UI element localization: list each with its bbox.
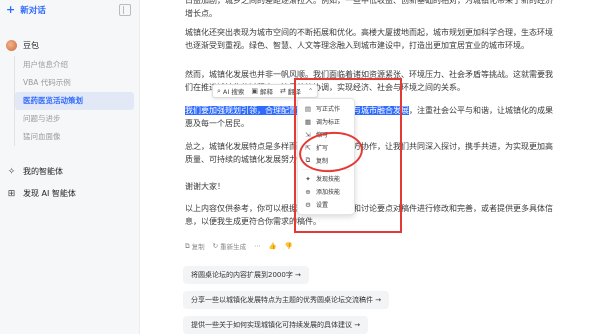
box-icon: ⊞	[7, 188, 16, 199]
thumbs-up-icon: 👍	[268, 242, 277, 250]
bot-doubao[interactable]: 豆包	[6, 40, 39, 51]
list-item[interactable]: 用户信息介绍	[15, 56, 134, 74]
new-chat-button[interactable]: + 新对话	[6, 4, 46, 16]
suggestion-chip[interactable]: 将圆桌论坛的内容扩展到2000字 →	[183, 266, 309, 284]
copy-icon: ⧉	[185, 241, 190, 250]
suggestion-chip[interactable]: 分享一些以城镇化发展特点为主题的优秀圆桌论坛交流稿件 →	[183, 291, 390, 309]
more-button[interactable]: ⋯	[254, 242, 261, 250]
new-chat-label: 新对话	[20, 6, 46, 16]
sidebar: + 新对话 豆包 用户信息介绍 VBA 代码示例 医药医览活动策划 问题与进步 …	[0, 0, 140, 334]
dislike-button[interactable]: 👎	[285, 242, 293, 250]
explain-label: 解释	[259, 88, 273, 96]
copy-button[interactable]: ⧉ 复制	[185, 241, 205, 252]
ai-search-label: AI 搜索	[222, 88, 245, 96]
plus-icon: +	[6, 3, 16, 16]
explain-button[interactable]: ▣ 解释	[251, 86, 273, 96]
copy-label: 复制	[191, 243, 205, 251]
suggestion-chip[interactable]: 提供一些关于如何实现城镇化可持续发展的具体建议 →	[183, 316, 369, 334]
translate-icon: ⇄	[279, 87, 286, 95]
my-agents[interactable]: ✧ 我的智能体	[6, 166, 63, 177]
search-icon: ⌕	[217, 86, 221, 95]
thumbs-down-icon: 👎	[284, 242, 293, 250]
message-paragraph: 城镇化还突出表现为城市空间的不断拓展和优化。高楼大厦拔地而起，城市规划更加科学合…	[185, 28, 553, 50]
ai-search-button[interactable]: ⌕ AI 搜索	[217, 86, 245, 97]
more-icon: ⋯	[254, 242, 261, 250]
regenerate-button[interactable]: ↻ 重新生成	[213, 241, 246, 251]
message-paragraph: 日益加剧，城乡之间的差距逐渐拉大。例如，一些中低收益、创新基础的相对，为城镇化带…	[185, 0, 553, 18]
regenerate-label: 重新生成	[220, 243, 247, 251]
discover-agents-label: 发现 AI 智能体	[23, 189, 76, 198]
discover-agents[interactable]: ⊞ 发现 AI 智能体	[6, 188, 76, 199]
list-item-active[interactable]: 医药医览活动策划	[15, 92, 134, 110]
refresh-icon: ↻	[212, 242, 219, 250]
my-agents-label: 我的智能体	[23, 167, 63, 176]
sparkle-icon: ✧	[7, 166, 16, 177]
bot-name: 豆包	[23, 41, 39, 50]
list-item[interactable]: 问题与进步	[15, 110, 134, 128]
history-list: 用户信息介绍 VBA 代码示例 医药医览活动策划 问题与进步 猛问血面像	[14, 56, 134, 146]
message-actions: ⧉ 复制 ↻ 重新生成 ⋯ 👍 👎	[185, 241, 293, 252]
book-icon: ▣	[251, 87, 258, 95]
sidebar-collapse-icon[interactable]	[119, 4, 131, 16]
list-item[interactable]: 猛问血面像	[15, 128, 134, 146]
list-item[interactable]: VBA 代码示例	[15, 74, 134, 92]
like-button[interactable]: 👍	[269, 242, 277, 250]
avatar	[6, 40, 17, 51]
